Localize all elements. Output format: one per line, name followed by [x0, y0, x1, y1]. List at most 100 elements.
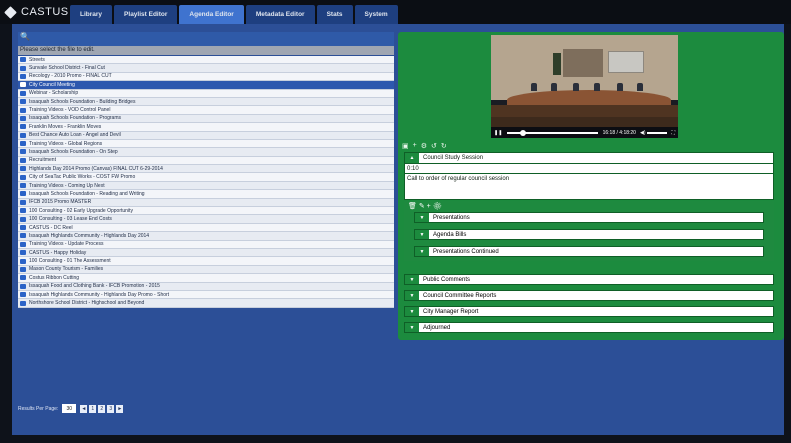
volume-slider[interactable]: [647, 131, 668, 134]
video-progress-bar[interactable]: [507, 129, 598, 136]
expand-icon[interactable]: ▼: [415, 213, 429, 222]
tab-library[interactable]: Library: [70, 5, 113, 24]
agenda-item-label: Council Committee Reports: [423, 292, 497, 299]
file-list-item[interactable]: Highlands Day 2014 Promo (Canvas) FINAL …: [18, 165, 394, 174]
file-icon: [20, 283, 26, 289]
expand-icon[interactable]: ▼: [415, 230, 429, 239]
tab-system-label: System: [364, 11, 388, 18]
sub-item[interactable]: ▼ Presentations: [414, 212, 764, 223]
sub-item-label: Agenda Bills: [433, 231, 467, 238]
expand-icon[interactable]: ▼: [415, 247, 429, 256]
file-list-item[interactable]: Mason County Tourism - Families: [18, 265, 394, 275]
results-per-page-select[interactable]: 30: [62, 404, 77, 413]
agenda-item-title[interactable]: Council Study Session: [419, 155, 483, 161]
agenda-item[interactable]: ▼ City Manager Report: [404, 306, 774, 317]
file-list-item[interactable]: Costus Ribbon Cutting: [18, 274, 394, 283]
agenda-item[interactable]: ▼ Adjourned: [404, 322, 774, 333]
agenda-item-time-field[interactable]: 0:10: [405, 163, 773, 173]
agenda-editor-panel: ❚❚ 16:18 / 4:18:20 ◀) ⛶ ▣ + ⚙ ↺ ↻ ▲ Coun: [398, 32, 784, 340]
file-list-item[interactable]: 100 Consulting - 01 The Assessment: [18, 257, 394, 266]
volume-icon[interactable]: ◀): [640, 130, 646, 136]
expand-icon[interactable]: ▼: [405, 291, 419, 300]
video-player[interactable]: ❚❚ 16:18 / 4:18:20 ◀) ⛶: [491, 35, 678, 138]
edit-icon[interactable]: ✎: [419, 203, 425, 210]
file-list-item[interactable]: Webinar - Scholarship: [18, 89, 394, 98]
tab-stats-label: Stats: [326, 11, 343, 18]
agenda-item[interactable]: ▼ Public Comments: [404, 274, 774, 285]
file-icon: [20, 115, 26, 121]
fullscreen-icon[interactable]: ⛶: [671, 130, 675, 136]
search-bar[interactable]: 🔍: [18, 32, 394, 46]
file-list-item[interactable]: 100 Consulting - 02 Early Upgrade Opport…: [18, 207, 394, 216]
agenda-item[interactable]: ▼ Council Committee Reports: [404, 290, 774, 301]
save-icon[interactable]: ▣: [402, 142, 409, 150]
file-list-item[interactable]: Issaquah Highlands Community - Highlands…: [18, 232, 394, 241]
agenda-item-header[interactable]: ▲ Council Study Session: [405, 153, 773, 163]
file-name: Mason County Tourism - Families: [29, 266, 104, 273]
file-list-item[interactable]: Issaquah Schools Foundation - On Step: [18, 148, 394, 157]
file-icon: [20, 225, 26, 230]
tab-stats[interactable]: Stats: [316, 5, 353, 24]
page-3-button[interactable]: 3: [107, 404, 115, 413]
pause-icon[interactable]: ❚❚: [494, 130, 502, 136]
sub-item[interactable]: ▼ Presentations Continued: [414, 246, 764, 257]
tab-agenda-editor[interactable]: Agenda Editor: [179, 5, 244, 24]
file-name: CASTUS - DC Reel: [29, 224, 73, 231]
file-list-item[interactable]: City of SeaTac Public Works - COST FW Pr…: [18, 173, 394, 182]
file-list-item[interactable]: Issaquah Food and Clothing Bank - IFCB P…: [18, 282, 394, 291]
file-list-item[interactable]: Recruitment: [18, 156, 394, 166]
file-list-item[interactable]: Northshore School District - Highschool …: [18, 299, 394, 308]
video-progress-knob[interactable]: [520, 129, 527, 136]
page-1-button[interactable]: 1: [89, 404, 97, 413]
add-icon[interactable]: +: [427, 203, 431, 210]
file-list-item[interactable]: Issaquah Schools Foundation - Programs: [18, 114, 394, 124]
search-icon[interactable]: 🔍: [20, 32, 30, 41]
tab-playlist-editor[interactable]: Playlist Editor: [114, 5, 178, 24]
file-name: Streets: [29, 56, 45, 63]
file-list-item[interactable]: Issaquah Schools Foundation - Building B…: [18, 97, 394, 107]
tab-metadata-editor[interactable]: Metadata Editor: [245, 5, 315, 24]
file-list-item[interactable]: Streets: [18, 56, 394, 65]
add-icon[interactable]: +: [413, 142, 417, 150]
file-list-item[interactable]: CASTUS - DC Reel: [18, 223, 394, 233]
agenda-item-notes-field[interactable]: Call to order of regular council session: [405, 173, 773, 199]
file-list-item[interactable]: Training Videos - Update Process: [18, 240, 394, 249]
expand-icon[interactable]: ▼: [405, 307, 419, 316]
expand-icon[interactable]: ▼: [405, 275, 419, 284]
settings-icon[interactable]: ⚙: [421, 142, 427, 150]
collapse-icon[interactable]: ▲: [405, 153, 419, 163]
file-list-item[interactable]: Sunvale School District - Final Cut: [18, 64, 394, 73]
sub-item[interactable]: ▼ Agenda Bills: [414, 229, 764, 240]
file-name: Issaquah Highlands Community - Highlands…: [29, 232, 150, 239]
settings-icon[interactable]: ⚙: [433, 203, 442, 210]
file-icon: [20, 183, 26, 189]
file-name: Issaquah Food and Clothing Bank - IFCB P…: [29, 283, 160, 290]
tab-library-label: Library: [80, 11, 103, 18]
file-list-item[interactable]: Issaquah Schools Foundation - Reading an…: [18, 190, 394, 199]
file-list-item[interactable]: 100 Consulting - 03 Lease End Costs: [18, 215, 394, 224]
agenda-item-selected: ▲ Council Study Session 0:10 Call to ord…: [404, 152, 774, 200]
file-list-item[interactable]: Issaquah Highlands Community - Highlands…: [18, 290, 394, 300]
file-list-item[interactable]: Training Videos - Global Regions: [18, 139, 394, 149]
agenda-item-label: City Manager Report: [423, 308, 479, 315]
file-list-item[interactable]: Franklin Moves - Franklin Moves: [18, 123, 394, 132]
page-2-button[interactable]: 2: [98, 404, 106, 413]
file-list-item[interactable]: CASTUS - Happy Holiday: [18, 248, 394, 258]
file-list-item[interactable]: Training Videos - Coming Up Next: [18, 181, 394, 191]
file-name: Costus Ribbon Cutting: [29, 274, 80, 281]
file-list-item[interactable]: Training Videos - VOD Control Panel: [18, 106, 394, 115]
undo-icon[interactable]: ↺: [431, 142, 437, 150]
trash-icon[interactable]: 🗑: [408, 203, 417, 210]
file-list-item[interactable]: Recology - 2010 Promo - FINAL CUT: [18, 72, 394, 82]
file-name: Issaquah Schools Foundation - Building B…: [29, 98, 136, 105]
file-list-item[interactable]: IFCB 2015 Promo MASTER: [18, 198, 394, 208]
redo-icon[interactable]: ↻: [441, 142, 447, 150]
file-icon: [20, 241, 26, 247]
tab-agenda-editor-label: Agenda Editor: [189, 11, 234, 18]
page-next-button[interactable]: ►: [116, 404, 124, 413]
page-prev-button[interactable]: ◄: [80, 404, 88, 413]
tab-system[interactable]: System: [354, 5, 398, 24]
file-list-item[interactable]: City Council Meeting: [18, 81, 394, 90]
expand-icon[interactable]: ▼: [405, 323, 419, 332]
file-list-item[interactable]: Best Chance Auto Loan - Angel and Devil: [18, 131, 394, 140]
